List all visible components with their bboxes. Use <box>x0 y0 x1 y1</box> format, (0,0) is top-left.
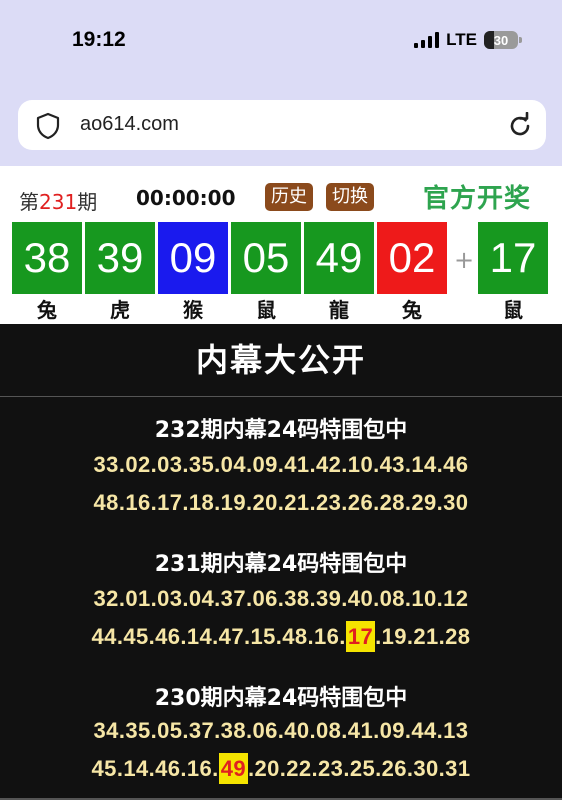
zodiac-3: 猴 <box>183 298 203 322</box>
draw-results: 第231期 00:00:00 历史 切换 官方开奖 38 39 09 05 49… <box>0 166 562 324</box>
numbers-230-line2: 45.14.46.16.49.20.22.23.25.26.30.31 <box>0 753 562 784</box>
battery-fill <box>484 31 495 49</box>
hit-number: 17 <box>345 621 376 652</box>
zodiac-4: 鼠 <box>256 298 276 322</box>
period-prefix: 第 <box>19 190 39 214</box>
ball-4: 05 <box>231 222 301 294</box>
block-title-231: 231期内幕24码特围包中 <box>154 552 408 577</box>
period-label: 第231期 <box>19 186 97 215</box>
insider-section: 内幕大公开 232期内幕24码特围包中 33.02.03.35.04.09.41… <box>0 324 562 800</box>
period-suffix: 期 <box>77 190 98 214</box>
countdown: 00:00:00 <box>136 186 236 210</box>
section-title: 内幕大公开 <box>195 341 366 379</box>
status-bar: 19:12 LTE 30 <box>0 0 562 90</box>
special-ball: 17 <box>478 222 548 294</box>
numbers-text: 44.45.46.14.47.15.48.16. <box>91 624 346 649</box>
battery-level: 30 <box>493 32 509 48</box>
ball-2: 39 <box>85 222 155 294</box>
browser-toolbar: ao614.com <box>0 90 562 166</box>
signal-icon <box>414 32 440 48</box>
numbers-232-line2: 48.16.17.18.19.20.21.23.26.28.29.30 <box>0 490 562 516</box>
ball-3: 09 <box>158 222 228 294</box>
shield-icon <box>36 112 60 140</box>
status-time: 19:12 <box>72 28 126 51</box>
block-title-232: 232期内幕24码特围包中 <box>154 418 408 443</box>
switch-button[interactable]: 切换 <box>326 183 374 211</box>
special-zodiac: 鼠 <box>503 298 523 322</box>
ball-6: 02 <box>377 222 447 294</box>
block-title-230: 230期内幕24码特围包中 <box>154 686 408 711</box>
hit-number: 49 <box>218 753 248 784</box>
plus-sign: + <box>454 246 475 274</box>
status-indicators: LTE 30 <box>414 30 522 50</box>
address-bar[interactable]: ao614.com <box>18 100 546 150</box>
history-button[interactable]: 历史 <box>265 183 313 211</box>
numbers-231-line2: 44.45.46.14.47.15.48.16.17.19.21.28 <box>0 621 562 652</box>
zodiac-2: 虎 <box>110 298 130 322</box>
ball-5: 49 <box>304 222 374 294</box>
zodiac-1: 兔 <box>37 298 57 322</box>
reload-icon[interactable] <box>506 112 534 140</box>
official-draw-link[interactable]: 官方开奖 <box>423 178 531 215</box>
url-text: ao614.com <box>80 113 179 135</box>
numbers-text: .19.21.28 <box>375 624 471 649</box>
numbers-text: 48.16.17.18.19.20.21.23.26.28.29.30 <box>93 490 469 515</box>
numbers-231-line1: 32.01.03.04.37.06.38.39.40.08.10.12 <box>93 586 469 611</box>
network-type: LTE <box>446 30 477 49</box>
numbers-text: .20.22.23.25.26.30.31 <box>247 756 471 781</box>
battery-icon: 30 <box>484 31 522 49</box>
ball-1: 38 <box>12 222 82 294</box>
numbers-text: 45.14.46.16. <box>91 756 219 781</box>
period-number: 231 <box>39 190 78 214</box>
zodiac-5: 龍 <box>329 298 349 322</box>
numbers-230-line1: 34.35.05.37.38.06.40.08.41.09.44.13 <box>93 718 469 743</box>
numbers-232-line1: 33.02.03.35.04.09.41.42.10.43.14.46 <box>93 452 469 477</box>
divider <box>0 396 562 397</box>
zodiac-6: 兔 <box>402 298 422 322</box>
